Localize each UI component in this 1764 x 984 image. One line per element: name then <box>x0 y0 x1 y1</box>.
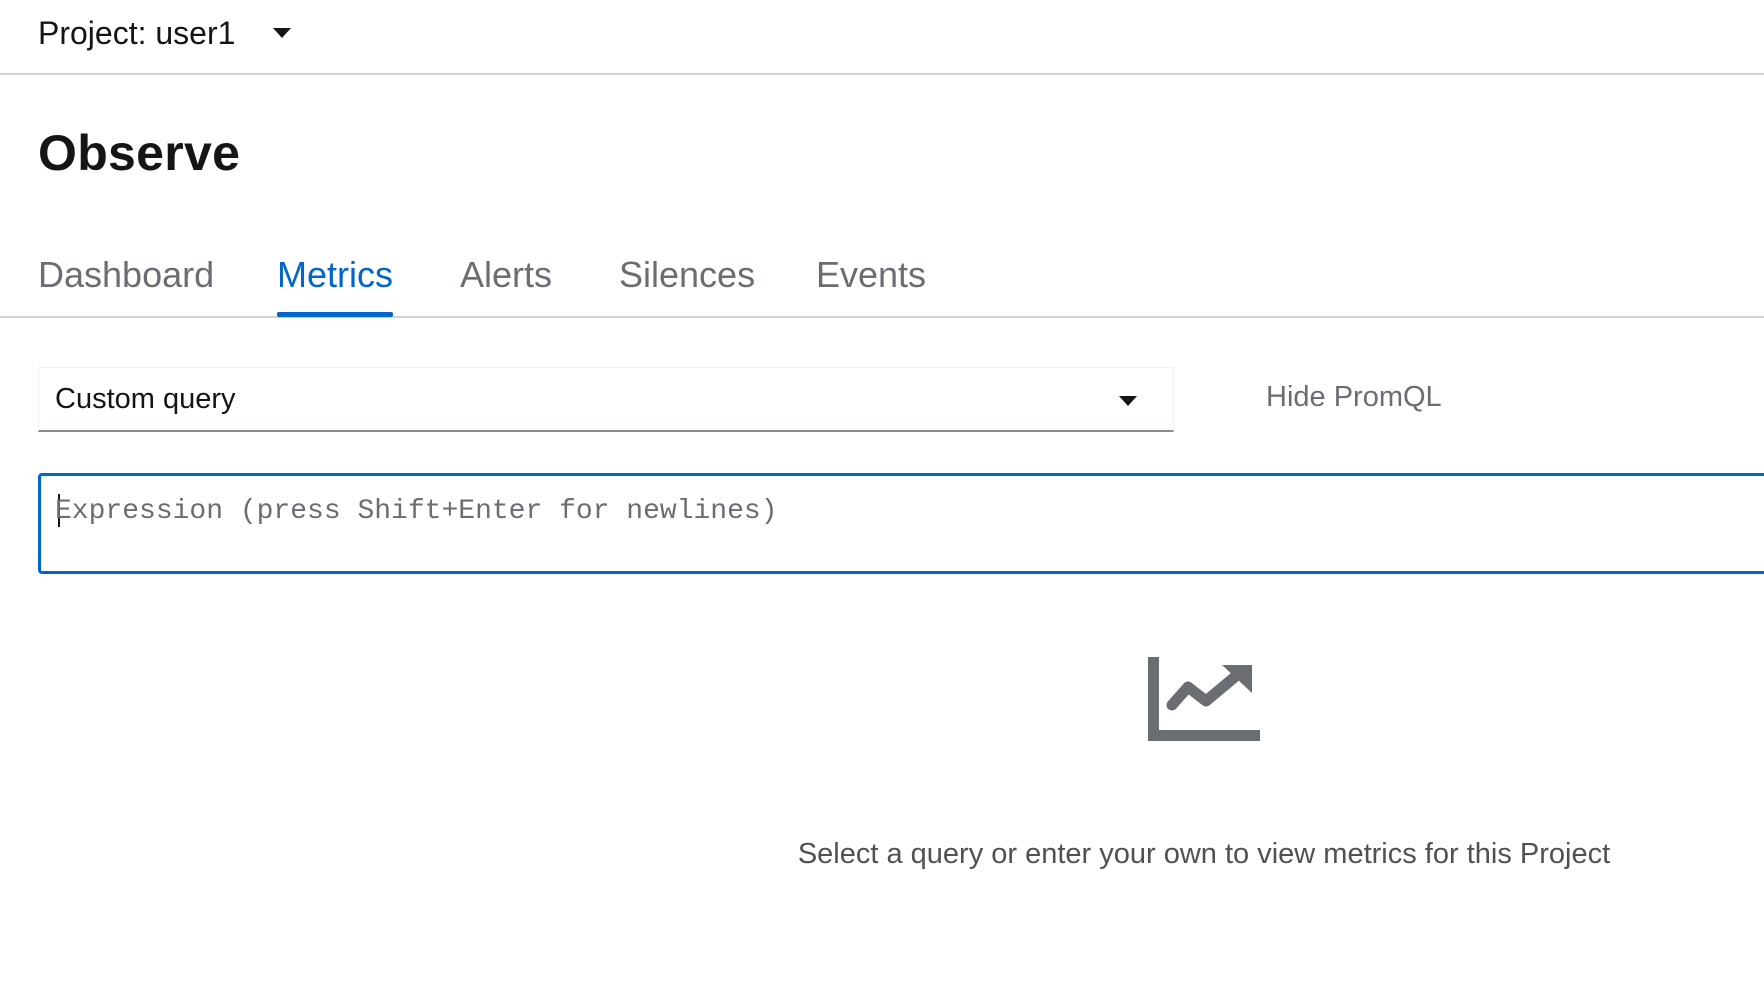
caret-down-icon <box>1119 396 1137 406</box>
tab-dashboard[interactable]: Dashboard <box>38 254 214 316</box>
chart-area-icon <box>1148 657 1260 741</box>
tab-alerts[interactable]: Alerts <box>460 254 552 316</box>
query-select[interactable]: Custom query <box>38 367 1174 432</box>
tab-bar: Dashboard Metrics Alerts Silences Events <box>0 240 1764 318</box>
tab-metrics[interactable]: Metrics <box>277 254 393 317</box>
tab-events[interactable]: Events <box>816 254 926 316</box>
project-label: Project: user1 <box>38 14 236 51</box>
observe-page: Project: user1 Observe Dashboard Metrics… <box>0 0 1764 984</box>
expression-input[interactable] <box>55 486 1755 536</box>
caret-down-icon <box>273 28 292 38</box>
page-title: Observe <box>38 125 241 181</box>
expression-editor[interactable] <box>38 473 1764 574</box>
tab-silences[interactable]: Silences <box>619 254 755 316</box>
project-selector[interactable]: Project: user1 <box>38 12 292 54</box>
hide-promql-button[interactable]: Hide PromQL <box>1266 381 1442 414</box>
empty-state-message: Select a query or enter your own to view… <box>797 838 1611 870</box>
project-bar: Project: user1 <box>0 0 1764 75</box>
query-select-value: Custom query <box>55 383 236 415</box>
